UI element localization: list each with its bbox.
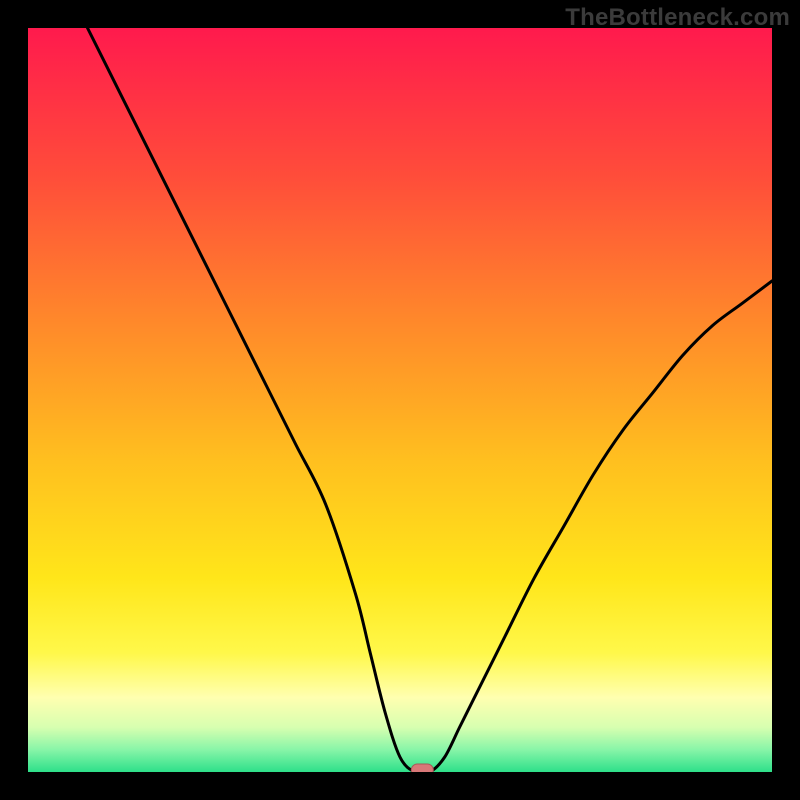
gradient-background — [28, 28, 772, 772]
bottleneck-chart — [28, 28, 772, 772]
watermark-text: TheBottleneck.com — [565, 4, 790, 32]
plot-area — [28, 28, 772, 772]
chart-frame: TheBottleneck.com — [0, 0, 800, 800]
optimum-marker — [411, 764, 433, 772]
